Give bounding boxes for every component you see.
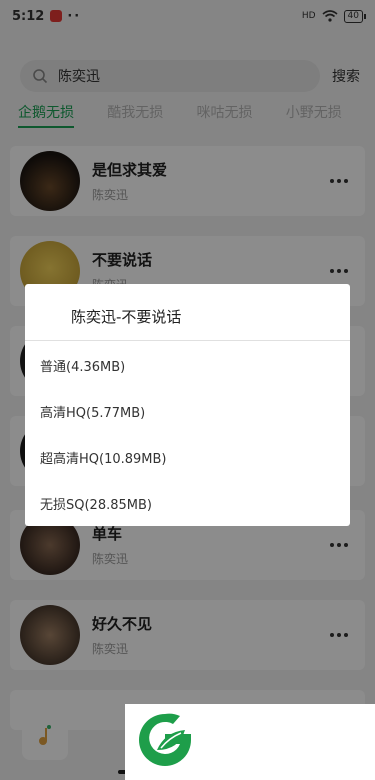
dialog-divider [25, 340, 350, 341]
dialog-title: 陈奕迅-不要说话 [71, 308, 182, 326]
quality-option-lossless[interactable]: 无损SQ(28.85MB) [40, 494, 152, 513]
quality-option-normal[interactable]: 普通(4.36MB) [40, 356, 125, 375]
leaf-logo [139, 713, 191, 766]
quality-option-super-hq[interactable]: 超高清HQ(10.89MB) [40, 448, 167, 467]
quality-option-hq[interactable]: 高清HQ(5.77MB) [40, 402, 145, 421]
quality-dialog: 陈奕迅-不要说话 普通(4.36MB) 高清HQ(5.77MB) 超高清HQ(1… [25, 284, 350, 526]
watermark [125, 704, 375, 780]
